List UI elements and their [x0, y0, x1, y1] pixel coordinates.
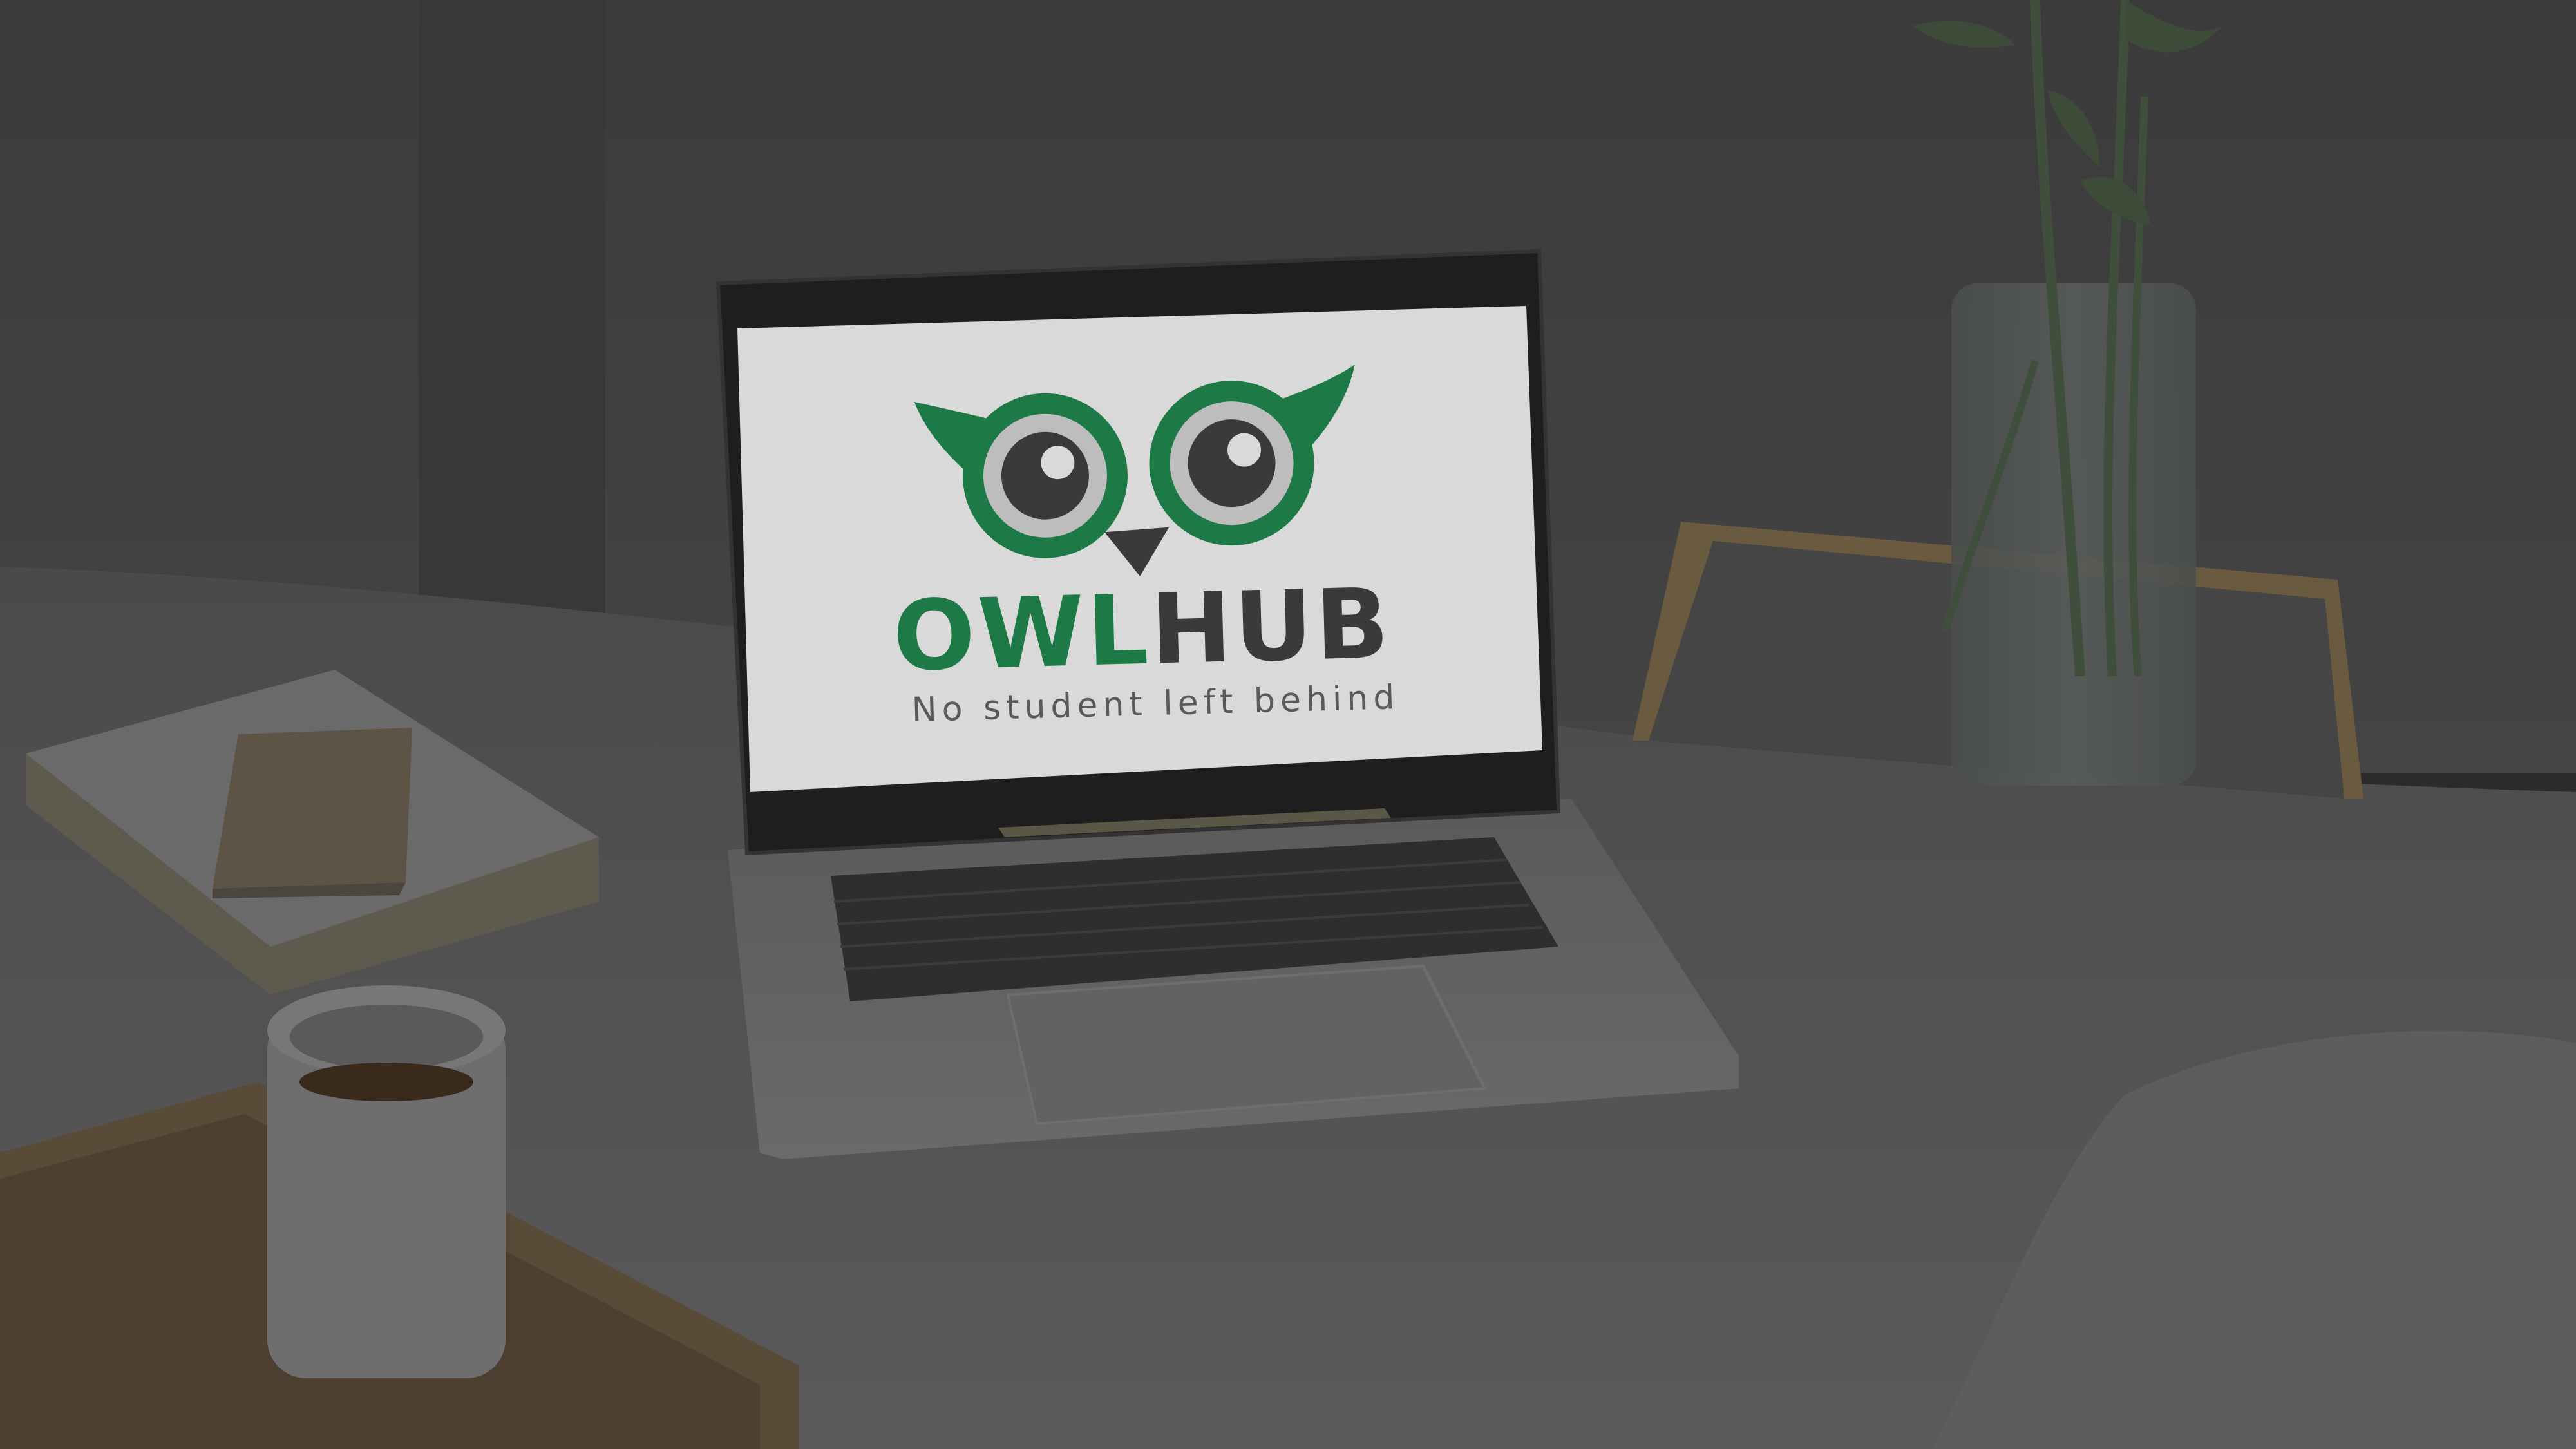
wall-panel-left	[419, 0, 605, 644]
brand-part-owl: OWL	[891, 574, 1152, 693]
svg-text:OWLHUB: OWLHUB	[891, 568, 1393, 693]
scene-svg: OWLHUB No student left behind	[0, 0, 2576, 1449]
photo-scene: OWLHUB No student left behind	[0, 0, 2576, 1449]
brand-wordmark: OWLHUB	[891, 568, 1393, 693]
brand-part-hub: HUB	[1150, 568, 1393, 687]
